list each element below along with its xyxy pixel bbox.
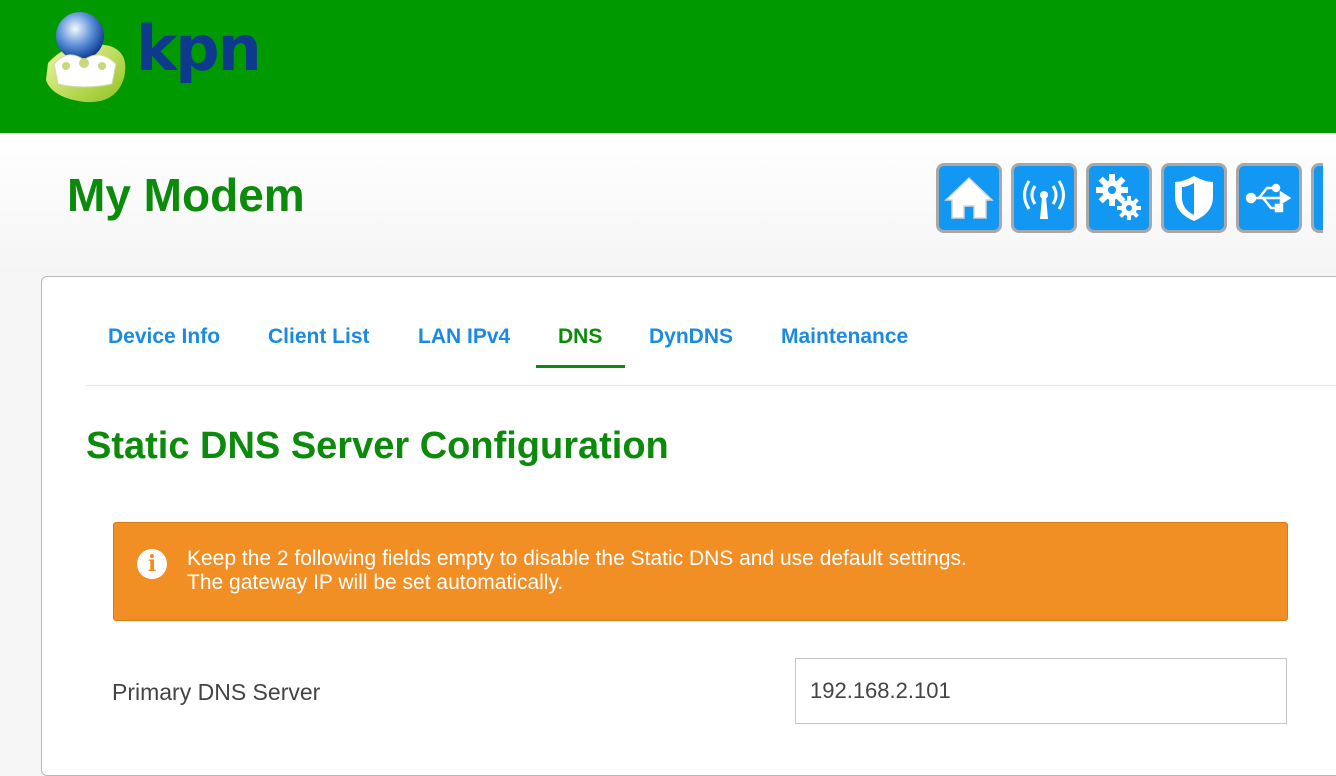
info-alert: i Keep the 2 following fields empty to d… [113,522,1288,621]
alert-line-1: Keep the 2 following fields empty to dis… [187,547,967,570]
page-title: My Modem [67,169,305,221]
usb-button[interactable] [1236,163,1302,233]
alert-line-2: The gateway IP will be set automatically… [187,571,564,594]
primary-dns-label: Primary DNS Server [112,679,321,705]
gears-icon [1096,174,1141,220]
main-navigation [936,163,1323,233]
settings-button[interactable] [1086,163,1152,233]
home-button[interactable] [936,163,1002,233]
tab-maintenance[interactable]: Maintenance [781,325,908,349]
usb-icon [1245,183,1292,213]
kpn-crown-icon [46,12,126,103]
shield-icon [1175,176,1213,221]
home-icon [944,176,994,219]
active-tab-indicator [536,365,625,368]
top-header-bar: kpn [0,0,1336,133]
tab-bar: Device Info Client List LAN IPv4 DNS Dyn… [86,277,1336,386]
info-icon: i [137,549,167,579]
tab-client-list[interactable]: Client List [268,325,370,349]
wireless-button[interactable] [1011,163,1077,233]
tab-device-info[interactable]: Device Info [108,325,220,349]
section-title: Static DNS Server Configuration [86,425,669,467]
content-panel: Device Info Client List LAN IPv4 DNS Dyn… [41,276,1336,776]
wifi-signal-icon [1023,180,1065,219]
primary-dns-input[interactable] [795,658,1287,724]
security-button[interactable] [1161,163,1227,233]
tab-lan-ipv4[interactable]: LAN IPv4 [418,325,510,349]
kpn-logo[interactable]: kpn [40,8,280,108]
tab-dns[interactable]: DNS [558,325,602,349]
more-nav-button[interactable] [1311,163,1323,233]
brand-wordmark: kpn [136,12,262,85]
tab-dyndns[interactable]: DynDNS [649,325,733,349]
alert-message: Keep the 2 following fields empty to dis… [187,547,967,595]
